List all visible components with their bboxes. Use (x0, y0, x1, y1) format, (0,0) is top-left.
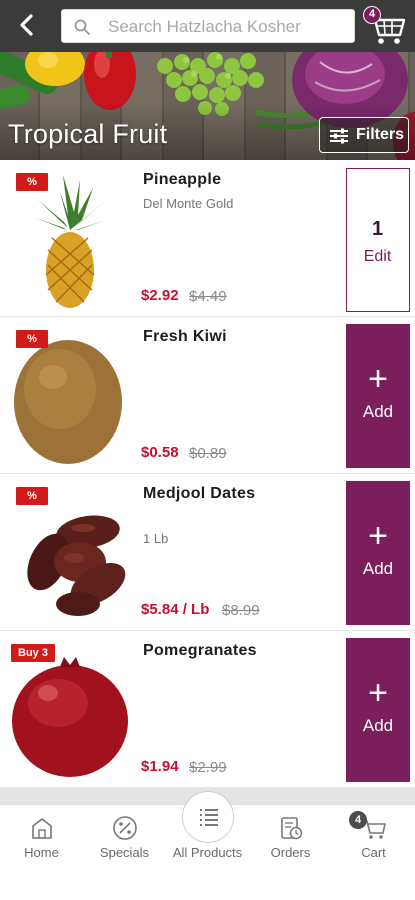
bottom-navigation: Home Specials All Products Orders Cart 4 (0, 791, 415, 900)
nav-label: Orders (270, 845, 311, 860)
filters-button[interactable]: Filters (319, 117, 409, 153)
product-name[interactable]: Fresh Kiwi (143, 328, 227, 346)
back-arrow-icon (20, 14, 33, 36)
plus-icon: + (368, 517, 388, 555)
nav-all-products[interactable]: All Products (166, 791, 249, 865)
home-icon (32, 818, 52, 839)
product-card-kiwi[interactable]: % Fresh Kiwi $0.58 $0.89 + Add (0, 317, 415, 474)
nav-orders[interactable]: Orders (249, 805, 332, 865)
nav-label: All Products (172, 845, 243, 860)
filters-label: Filters (356, 126, 405, 143)
add-to-cart-button[interactable]: + Add (346, 638, 410, 782)
cart-count-badge: 4 (349, 811, 367, 829)
nav-label: Specials (99, 845, 150, 860)
product-card-pineapple[interactable]: % Pineapple Del Monte Gold $2.92 $4.49 1… (0, 160, 415, 317)
promo-badge: % (16, 173, 48, 191)
pineapple-image (36, 175, 106, 308)
original-price: $0.89 (189, 445, 227, 462)
add-to-cart-button[interactable]: + Add (346, 481, 410, 625)
nav-label: Cart (361, 845, 386, 860)
sale-price: $1.94 (141, 758, 179, 775)
search-icon (74, 19, 90, 35)
cart-quantity: 1 (371, 218, 384, 240)
dates-image (27, 515, 126, 616)
search-bar[interactable] (61, 9, 355, 43)
product-subtitle: Del Monte Gold (143, 196, 234, 211)
add-label: Add (362, 559, 394, 578)
pomegranate-image (12, 657, 128, 777)
promo-badge: % (16, 330, 48, 348)
search-input[interactable] (108, 14, 348, 40)
specials-icon (113, 816, 137, 840)
list-icon (200, 809, 218, 826)
product-card-pomegranates[interactable]: Buy 3 Pomegranates $1.94 $2.99 + Add (0, 631, 415, 788)
original-price: $4.49 (189, 288, 227, 305)
original-price: $8.99 (222, 602, 260, 619)
sale-price: $5.84 / Lb (141, 601, 210, 618)
add-label: Add (362, 402, 394, 421)
category-banner: Tropical Fruit Filters (0, 52, 415, 160)
original-price: $2.99 (189, 759, 227, 776)
top-bar: 4 (0, 0, 415, 52)
promo-badge: % (16, 487, 48, 505)
category-title: Tropical Fruit (8, 119, 168, 149)
back-button[interactable] (12, 10, 42, 40)
filters-sliders-icon (330, 128, 348, 144)
nav-label: Home (24, 845, 59, 860)
add-to-cart-button[interactable]: + Add (346, 324, 410, 468)
nav-cart[interactable]: Cart (332, 805, 415, 865)
nav-home[interactable]: Home (0, 805, 83, 865)
kiwi-image (14, 340, 122, 464)
product-name[interactable]: Pineapple (143, 171, 221, 189)
sale-price: $0.58 (141, 444, 179, 461)
add-label: Add (362, 716, 394, 735)
edit-quantity-button[interactable]: 1 Edit (346, 168, 410, 312)
product-name[interactable]: Medjool Dates (143, 485, 255, 503)
plus-icon: + (368, 674, 388, 712)
cart-count-badge: 4 (363, 6, 381, 24)
promo-badge: Buy 3 (11, 644, 55, 662)
nav-specials[interactable]: Specials (83, 805, 166, 865)
product-card-dates[interactable]: % Medjool Dates 1 Lb $5.84 / Lb $8.99 + … (0, 474, 415, 631)
orders-icon (281, 817, 303, 840)
edit-label: Edit (363, 248, 392, 265)
all-products-circle[interactable] (182, 791, 234, 843)
product-subtitle: 1 Lb (143, 531, 169, 546)
product-name[interactable]: Pomegranates (143, 642, 257, 660)
plus-icon: + (368, 360, 388, 398)
sale-price: $2.92 (141, 287, 179, 304)
header-cart-button[interactable]: 4 (362, 4, 408, 48)
